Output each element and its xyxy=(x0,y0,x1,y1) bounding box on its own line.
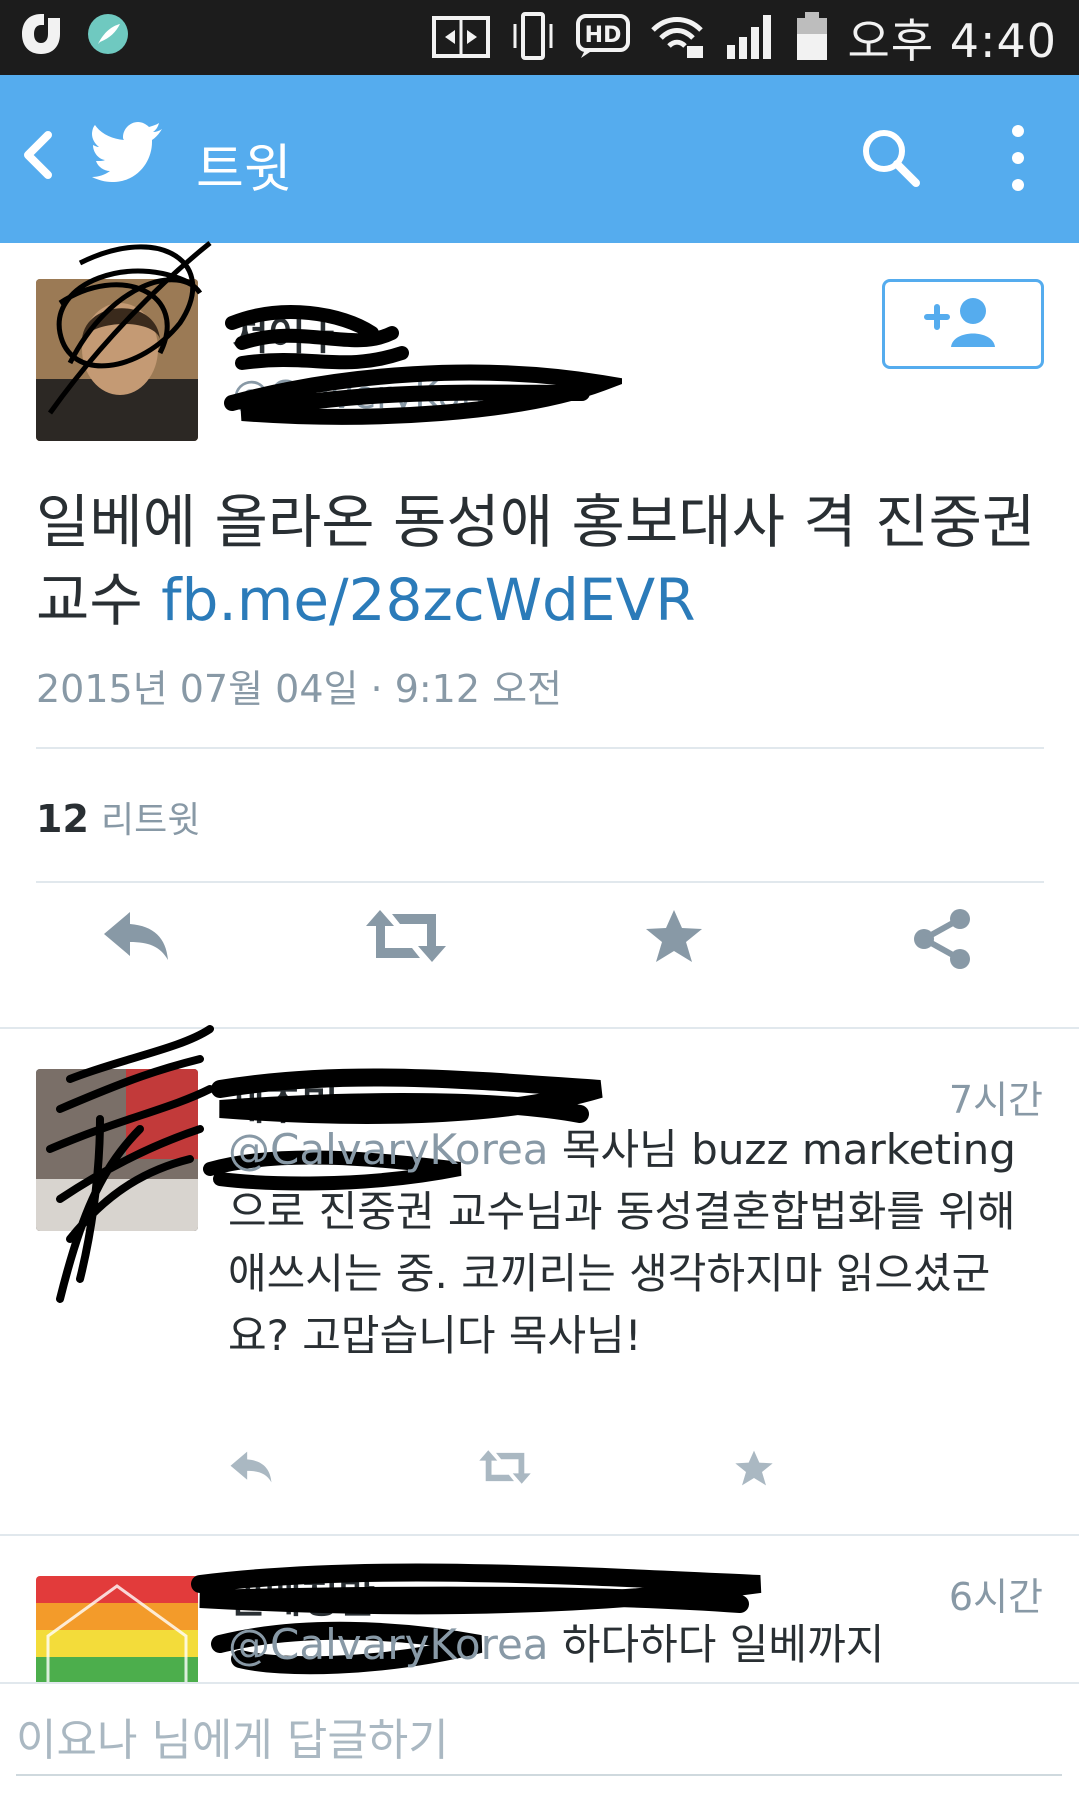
more-vertical-icon[interactable] xyxy=(1010,123,1026,197)
tweet-timestamp: 2015년 07월 04일 · 9:12 오전 xyxy=(36,667,563,711)
divider xyxy=(36,747,1044,749)
reply-item[interactable]: 제주민 7시간 @CalvaryKorea 목사님 buzz marketing… xyxy=(0,1025,1079,1534)
reply-text: @CalvaryKorea 목사님 buzz marketing으로 진중권 교… xyxy=(228,1119,1048,1367)
follow-button[interactable] xyxy=(882,279,1044,369)
chevron-left-icon[interactable] xyxy=(18,127,54,187)
hd-voice-icon: HD xyxy=(575,12,631,64)
app-bar: 트윗 xyxy=(0,75,1079,243)
reply-actions xyxy=(228,1449,828,1499)
reply-mention[interactable]: @CalvaryKorea xyxy=(228,1620,549,1669)
search-icon[interactable] xyxy=(860,127,922,193)
retweet-count: 12 xyxy=(36,797,89,841)
avatar[interactable] xyxy=(36,1576,198,1682)
twitter-bird-icon xyxy=(92,121,164,187)
avatar[interactable] xyxy=(36,1069,198,1231)
tweet-link[interactable]: fb.me/28zcWdEVR xyxy=(161,566,695,634)
battery-icon xyxy=(795,10,829,66)
status-bar: HD 오후 4:40 xyxy=(0,0,1079,75)
reply-age: 6시간 xyxy=(948,1575,1043,1619)
reply-body: 하다하다 일베까지 xyxy=(548,1620,885,1669)
favorite-icon[interactable] xyxy=(644,908,704,968)
share-icon[interactable] xyxy=(912,908,972,974)
page-title: 트윗 xyxy=(196,140,292,200)
tweet-actions xyxy=(0,908,1079,998)
svg-text:HD: HD xyxy=(585,23,622,48)
reply-age: 7시간 xyxy=(948,1078,1043,1122)
add-user-icon xyxy=(923,295,1003,353)
tweet-text: 일베에 올라온 동성애 홍보대사 격 진중권 교수 fb.me/28zcWdEV… xyxy=(36,483,1046,639)
olleh-icon xyxy=(18,10,64,62)
reply-item[interactable]: 일베정말 6시간 @CalvaryKorea 하다하다 일베까지 xyxy=(0,1536,1079,1682)
feather-app-icon xyxy=(86,12,130,60)
retweet-icon[interactable] xyxy=(364,908,448,968)
retweet-label: 리트윗 xyxy=(100,800,201,841)
reply-text: @CalvaryKorea 하다하다 일베까지 xyxy=(228,1614,1048,1676)
vibrate-icon xyxy=(509,10,557,66)
retweet-stat[interactable]: 12 리트윗 xyxy=(36,791,200,843)
avatar[interactable] xyxy=(36,279,198,441)
author-handle[interactable]: @CalveryKorea xyxy=(232,373,522,417)
reply-mention[interactable]: @CalvaryKorea xyxy=(228,1125,549,1174)
reply-icon[interactable] xyxy=(228,1449,274,1489)
compose-bar xyxy=(0,1682,1079,1802)
author-name[interactable]: 쳐어ㅏ xyxy=(232,303,342,361)
screen-share-icon xyxy=(431,12,491,64)
status-time: 오후 4:40 xyxy=(847,14,1057,68)
favorite-icon[interactable] xyxy=(734,1449,774,1491)
signal-icon xyxy=(725,11,777,65)
reply-input[interactable] xyxy=(16,1706,1062,1776)
retweet-icon[interactable] xyxy=(478,1449,532,1489)
reply-icon[interactable] xyxy=(100,908,172,968)
wifi-lock-icon xyxy=(649,12,707,64)
divider xyxy=(36,881,1044,883)
